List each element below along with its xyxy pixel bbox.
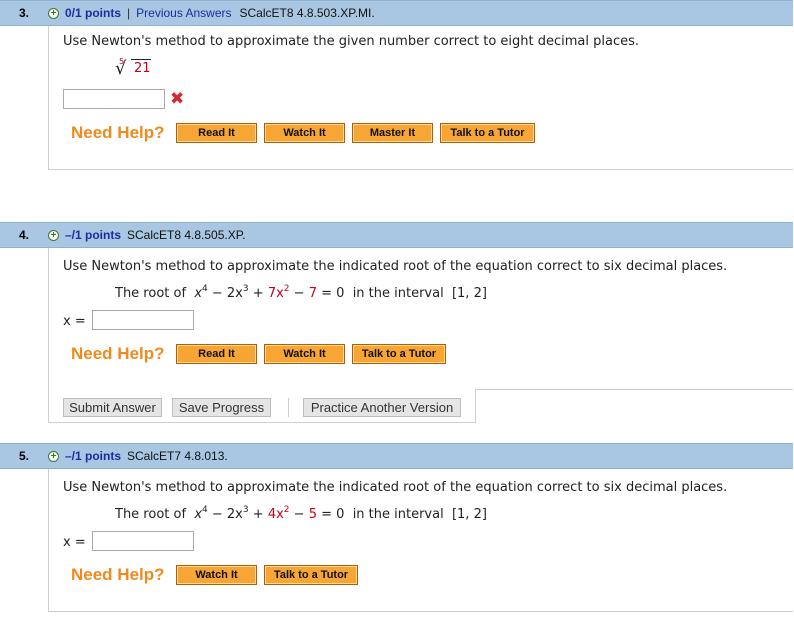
- expand-plus-icon[interactable]: +: [48, 7, 59, 19]
- need-help-label: Need Help?: [71, 344, 165, 363]
- need-help-label: Need Help?: [71, 565, 165, 584]
- problem-code: SCalcET8 4.8.503.XP.MI.: [239, 6, 375, 20]
- question-4-header: 4. + –/1 points SCalcET8 4.8.505.XP.: [0, 222, 793, 248]
- equation-minus: −: [293, 507, 305, 522]
- question-3-header: 3. + 0/1 points | Previous Answers SCalc…: [0, 0, 793, 26]
- equation-exp: 4: [202, 284, 208, 294]
- question-text: Use Newton's method to approximate the i…: [63, 480, 728, 495]
- read-it-button[interactable]: Read It: [176, 344, 257, 364]
- expand-plus-icon[interactable]: +: [48, 229, 59, 241]
- equation-constant: 7: [308, 286, 317, 301]
- radical-bar: [131, 59, 151, 60]
- talk-to-tutor-button[interactable]: Talk to a Tutor: [264, 565, 358, 585]
- question-number: 3.: [18, 6, 29, 20]
- equation-term: − 2x: [211, 286, 243, 301]
- talk-to-tutor-button[interactable]: Talk to a Tutor: [352, 344, 446, 364]
- talk-to-tutor-button[interactable]: Talk to a Tutor: [440, 123, 535, 143]
- problem-code: SCalcET8 4.8.505.XP.: [127, 228, 246, 242]
- question-text: Use Newton's method to approximate the i…: [63, 259, 728, 274]
- radical-sign-icon: √: [115, 58, 127, 79]
- interval-value: [1, 2]: [451, 286, 487, 301]
- equation-exp: 2: [283, 505, 290, 515]
- need-help-label: Need Help?: [71, 123, 165, 142]
- answer-input[interactable]: [92, 531, 194, 551]
- action-divider: [288, 398, 289, 417]
- equation-exp: 3: [242, 284, 249, 294]
- practice-another-version-button[interactable]: Practice Another Version: [303, 398, 461, 417]
- equation-term: − 2x: [211, 507, 243, 522]
- watch-it-button[interactable]: Watch It: [176, 565, 257, 585]
- equation-exp: 4: [202, 505, 208, 515]
- previous-answers-link[interactable]: Previous Answers: [136, 6, 231, 20]
- submit-answer-button[interactable]: Submit Answer: [63, 398, 162, 417]
- equation-equals: = 0: [321, 286, 345, 301]
- equation-line: The root of x4 − 2x3 + 4x2 − 5 = 0 in th…: [115, 505, 487, 523]
- panel-divider-vertical: [475, 389, 476, 423]
- points-label[interactable]: –/1 points: [65, 228, 121, 242]
- points-label[interactable]: –/1 points: [65, 449, 121, 463]
- answer-input[interactable]: [92, 310, 194, 330]
- equation-equals: = 0: [321, 507, 345, 522]
- radical-expression: 5 √ 21: [113, 56, 173, 84]
- panel-divider: [475, 389, 793, 390]
- problem-code: SCalcET7 4.8.013.: [127, 449, 228, 463]
- header-separator: |: [127, 6, 131, 20]
- question-4-panel: [48, 248, 476, 423]
- equation-plus: +: [252, 286, 264, 301]
- equation-line: The root of x4 − 2x3 + 7x2 − 7 = 0 in th…: [115, 284, 487, 302]
- question-text: Use Newton's method to approximate the g…: [63, 34, 639, 49]
- equation-x: x: [194, 507, 203, 522]
- question-5-header: 5. + –/1 points SCalcET7 4.8.013.: [0, 443, 793, 469]
- equation-exp: 2: [283, 284, 290, 294]
- equation-prefix: The root of: [115, 507, 187, 522]
- answer-label: x =: [63, 314, 86, 329]
- incorrect-x-icon: ✖: [170, 89, 185, 109]
- watch-it-button[interactable]: Watch It: [264, 344, 345, 364]
- master-it-button[interactable]: Master It: [352, 123, 433, 143]
- equation-term-highlight: 7x: [267, 286, 284, 301]
- watch-it-button[interactable]: Watch It: [264, 123, 345, 143]
- equation-x: x: [194, 286, 203, 301]
- equation-term-highlight: 4x: [267, 507, 284, 522]
- equation-constant: 5: [308, 507, 317, 522]
- points-label[interactable]: 0/1 points: [65, 6, 121, 20]
- read-it-button[interactable]: Read It: [176, 123, 257, 143]
- equation-exp: 3: [242, 505, 249, 515]
- equation-prefix: The root of: [115, 286, 187, 301]
- interval-label: in the interval: [352, 286, 444, 301]
- interval-label: in the interval: [352, 507, 444, 522]
- save-progress-button[interactable]: Save Progress: [172, 398, 271, 417]
- question-number: 5.: [18, 449, 29, 463]
- expand-plus-icon[interactable]: +: [48, 450, 59, 462]
- interval-value: [1, 2]: [451, 507, 487, 522]
- question-number: 4.: [18, 228, 29, 242]
- radicand: 21: [134, 61, 151, 76]
- equation-plus: +: [252, 507, 264, 522]
- answer-label: x =: [63, 535, 86, 550]
- answer-input[interactable]: [63, 89, 165, 109]
- equation-minus: −: [293, 286, 305, 301]
